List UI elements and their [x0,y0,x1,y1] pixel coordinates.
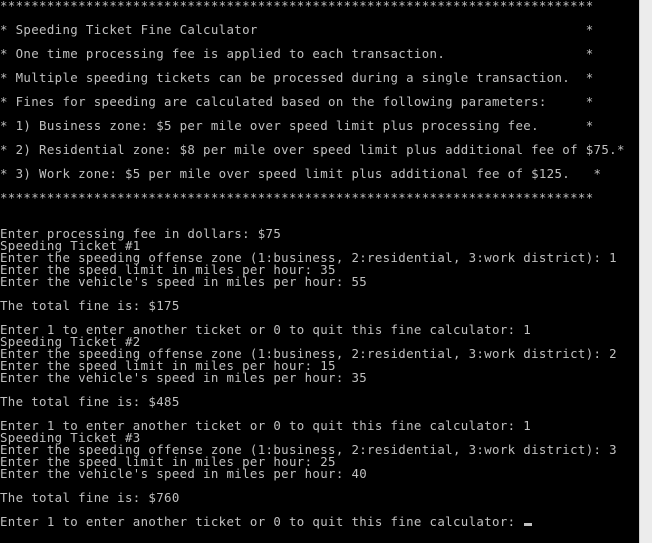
console-line: ****************************************… [0,190,594,205]
console-line: * 1) Business zone: $5 per mile over spe… [0,118,594,133]
console-line: Enter the vehicle's speed in miles per h… [0,370,368,385]
console-line: Enter the vehicle's speed in miles per h… [0,274,368,289]
console-line: * Multiple speeding tickets can be proce… [0,70,594,85]
console-line: * 3) Work zone: $5 per mile over speed l… [0,166,602,181]
console-prompt-line[interactable]: Enter 1 to enter another ticket or 0 to … [0,514,533,529]
console-line: The total fine is: $760 [0,490,180,505]
console-line: * 2) Residential zone: $8 per mile over … [0,142,625,157]
console-line: * Fines for speeding are calculated base… [0,94,594,109]
console-window[interactable]: ****************************************… [0,0,639,543]
text-cursor [524,523,533,526]
console-line: The total fine is: $175 [0,298,180,313]
console-line: The total fine is: $485 [0,394,180,409]
console-line: Enter the vehicle's speed in miles per h… [0,466,368,481]
console-line: ****************************************… [0,0,594,13]
console-prompt-text: Enter 1 to enter another ticket or 0 to … [0,514,524,529]
vertical-scrollbar[interactable] [639,0,652,543]
console-line: * Speeding Ticket Fine Calculator * [0,22,594,37]
console-line: * One time processing fee is applied to … [0,46,594,61]
